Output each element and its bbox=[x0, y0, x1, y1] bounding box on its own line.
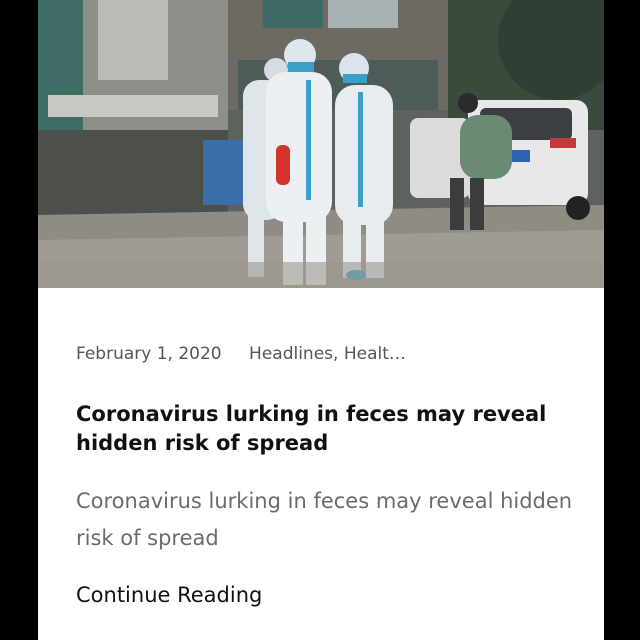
post-title[interactable]: Coronavirus lurking in feces may reveal … bbox=[76, 400, 566, 458]
post-categories-link[interactable]: Headlines, Healt… bbox=[249, 344, 406, 364]
street-photo bbox=[38, 0, 604, 288]
continue-reading-link[interactable]: Continue Reading bbox=[76, 583, 262, 607]
post-excerpt: Coronavirus lurking in feces may reveal … bbox=[76, 489, 573, 550]
post-meta: February 1, 2020 Headlines, Healt… bbox=[76, 344, 406, 370]
post-featured-image[interactable] bbox=[38, 0, 604, 288]
post-card: February 1, 2020 Headlines, Healt… Coron… bbox=[38, 0, 604, 640]
post-date-link[interactable]: February 1, 2020 bbox=[76, 344, 222, 364]
